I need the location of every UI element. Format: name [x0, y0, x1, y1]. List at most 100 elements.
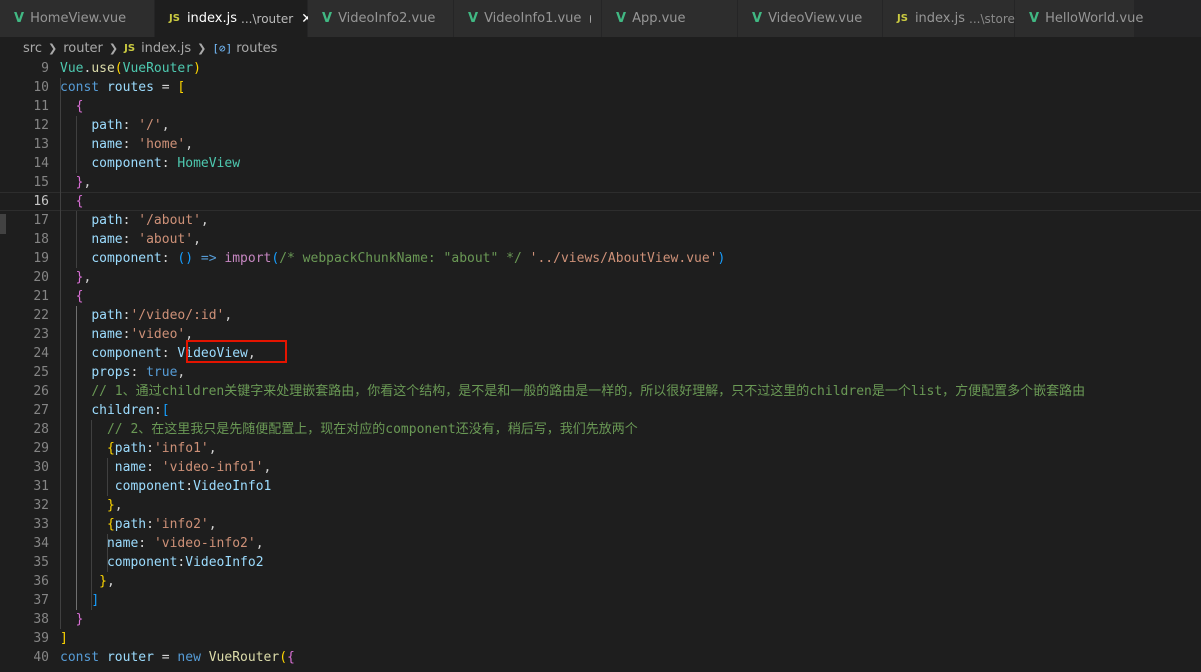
code-text: {: [60, 287, 84, 306]
tab-4[interactable]: V App.vue: [602, 0, 738, 37]
code-line[interactable]: 20 },: [0, 268, 1201, 287]
code-token: :: [122, 213, 139, 228]
code-token: :: [146, 460, 162, 475]
code-line[interactable]: 13 name: 'home',: [0, 135, 1201, 154]
code-token: name: [106, 536, 139, 551]
code-token: // 2、在这里我只是先随便配置上，现在对应的component还没有，稍后写，…: [106, 422, 638, 437]
code-line[interactable]: 9 Vue.use(VueRouter): [0, 59, 1201, 78]
code-line[interactable]: 40 const router = new VueRouter({: [0, 648, 1201, 667]
tab-1[interactable]: JSindex.js...\router✕: [155, 0, 313, 37]
chevron-right-icon: ❯: [108, 41, 119, 55]
code-line[interactable]: 26 // 1、通过children关键字来处理嵌套路由，你看这个结构，是不是和…: [0, 382, 1201, 401]
line-number: 15: [33, 175, 49, 190]
breadcrumb-item-router[interactable]: router: [63, 41, 103, 56]
code-line[interactable]: 16 {: [0, 192, 1201, 211]
code-token: ,: [208, 441, 217, 456]
code-token: }: [99, 574, 107, 589]
code-line[interactable]: 38 }: [0, 610, 1201, 629]
code-line[interactable]: 30 name: 'video-info1',: [0, 458, 1201, 477]
chevron-right-icon: ❯: [197, 41, 207, 55]
code-line[interactable]: 23 name:'video',: [0, 325, 1201, 344]
indent-guide: [106, 534, 108, 572]
code-line[interactable]: 35 component:VideoInfo2: [0, 553, 1201, 572]
code-text: name: 'home',: [60, 135, 193, 154]
tab-6[interactable]: JS index.js ...\store: [883, 0, 1015, 37]
code-token: component: [106, 555, 178, 570]
code-token: path: [114, 517, 147, 532]
code-line[interactable]: 21 {: [0, 287, 1201, 306]
code-token: :: [161, 251, 178, 266]
tab-2[interactable]: V VideoInfo2.vue: [308, 0, 454, 37]
code-token: HomeView: [177, 156, 241, 171]
tab-bar: VHomeView.vueJSindex.js...\router✕VVideo…: [0, 0, 1201, 37]
code-line[interactable]: 18 name: 'about',: [0, 230, 1201, 249]
tab-5[interactable]: V VideoView.vue: [738, 0, 883, 37]
code-line[interactable]: 32 },: [0, 496, 1201, 515]
code-token: (: [114, 61, 123, 76]
code-text: name: 'about',: [60, 230, 201, 249]
tab-label: VideoInfo1.vue: [484, 11, 582, 26]
code-line[interactable]: 27 children:[: [0, 401, 1201, 420]
code-token: }: [106, 498, 115, 513]
line-number: 32: [33, 498, 49, 513]
code-editor[interactable]: 9 Vue.use(VueRouter) 10 const routes = [11 …: [0, 59, 1201, 672]
code-line[interactable]: 10 const routes = [: [0, 78, 1201, 97]
line-number: 20: [33, 270, 49, 285]
code-token: ): [717, 251, 726, 266]
line-number: 13: [33, 137, 49, 152]
breadcrumb-item-src[interactable]: src: [23, 41, 42, 56]
code-line[interactable]: 14 component: HomeView: [0, 154, 1201, 173]
code-line[interactable]: 34 name: 'video-info2',: [0, 534, 1201, 553]
line-number: 10: [33, 80, 49, 95]
code-text: component: HomeView: [60, 154, 240, 173]
line-number: 38: [33, 612, 49, 627]
code-line[interactable]: 12 path: '/',: [0, 116, 1201, 135]
vue-file-icon: V: [752, 11, 763, 26]
unsaved-dot-icon[interactable]: [590, 14, 591, 23]
code-line[interactable]: 33 {path:'info2',: [0, 515, 1201, 534]
code-token: name: [91, 232, 123, 247]
code-line[interactable]: 22 path:'/video/:id',: [0, 306, 1201, 325]
code-token: {: [106, 517, 115, 532]
breadcrumb: src ❯ router ❯ JS index.js ❯ [⊘] routes: [0, 37, 1201, 59]
line-number: 30: [33, 460, 49, 475]
tab-7[interactable]: V HelloWorld.vue: [1015, 0, 1143, 37]
code-line[interactable]: 17 path: '/about',: [0, 211, 1201, 230]
code-token: path: [91, 308, 123, 323]
code-line[interactable]: 29 {path:'info1',: [0, 439, 1201, 458]
code-text: },: [60, 268, 92, 287]
code-token: (: [271, 251, 280, 266]
code-line[interactable]: 25 props: true,: [0, 363, 1201, 382]
code-line[interactable]: 39]: [0, 629, 1201, 648]
code-line[interactable]: 36 },: [0, 572, 1201, 591]
line-number: 24: [33, 346, 49, 361]
code-line[interactable]: 15 },: [0, 173, 1201, 192]
code-line[interactable]: 19 component: () => import(/* webpackChu…: [0, 249, 1201, 268]
code-token: path: [91, 213, 123, 228]
code-token: ,: [208, 517, 217, 532]
code-text: component: () => import(/* webpackChunkN…: [60, 249, 725, 268]
code-line[interactable]: 28 // 2、在这里我只是先随便配置上，现在对应的component还没有，稍…: [0, 420, 1201, 439]
vue-file-icon: V: [322, 11, 333, 26]
code-token: (: [279, 650, 288, 665]
indent-guide: [75, 116, 77, 173]
line-number: 26: [33, 384, 49, 399]
code-text: // 1、通过children关键字来处理嵌套路由，你看这个结构，是不是和一般的…: [60, 382, 1085, 401]
breadcrumb-item-file[interactable]: index.js: [141, 41, 191, 56]
code-text: name:'video',: [60, 325, 193, 344]
code-line[interactable]: 24 component: VideoView,: [0, 344, 1201, 363]
tab-0[interactable]: V HomeView.vue: [0, 0, 155, 37]
code-line[interactable]: 37 ]: [0, 591, 1201, 610]
indent-guide: [60, 78, 61, 629]
code-token: 'home': [138, 137, 186, 152]
code-token: 'video-info1': [161, 460, 264, 475]
code-token: :: [153, 403, 162, 418]
code-line[interactable]: 11 {: [0, 97, 1201, 116]
breadcrumb-item-symbol[interactable]: routes: [236, 41, 277, 56]
code-token: =>: [193, 251, 225, 266]
tab-3[interactable]: V VideoInfo1.vue: [454, 0, 602, 37]
code-line[interactable]: 31 component:VideoInfo1: [0, 477, 1201, 496]
